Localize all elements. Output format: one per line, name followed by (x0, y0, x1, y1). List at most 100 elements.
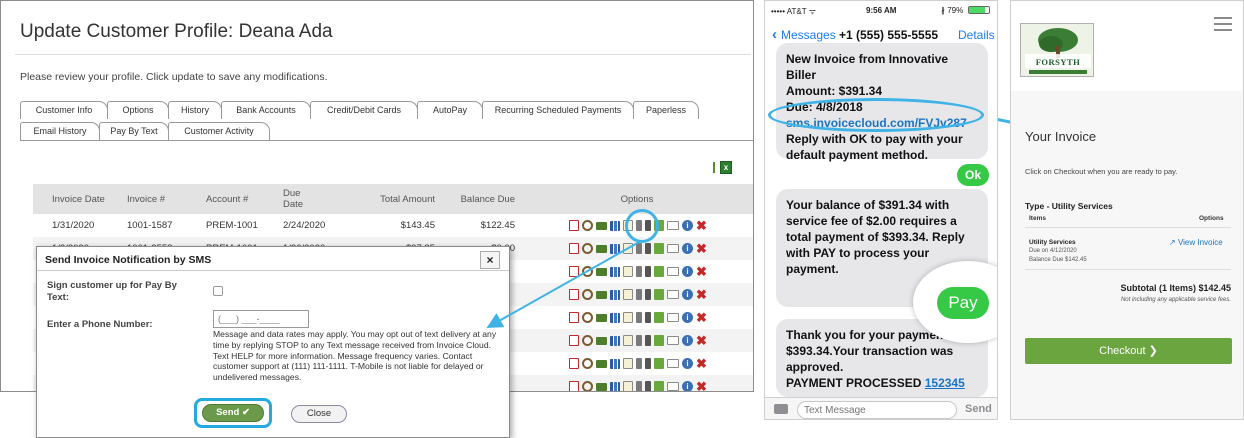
close-button[interactable]: Close (291, 405, 347, 423)
payment-icon[interactable] (596, 267, 607, 276)
search-icon[interactable] (582, 289, 593, 300)
phone-number-input[interactable] (213, 310, 309, 328)
delete-icon[interactable]: ✖ (696, 242, 707, 255)
search-icon[interactable] (582, 358, 593, 369)
autopay-icon[interactable] (654, 243, 664, 254)
payment-icon[interactable] (596, 359, 607, 368)
search-icon[interactable] (582, 335, 593, 346)
confirmation-code-link[interactable]: 152345 (925, 376, 965, 390)
dialog-close-icon[interactable]: × (480, 251, 500, 269)
cell-invoice[interactable]: 1001-1587 (107, 220, 186, 231)
chart-icon[interactable] (610, 266, 620, 277)
chart-icon[interactable] (610, 335, 620, 346)
autopay-icon[interactable] (654, 289, 664, 300)
header-balance-due[interactable]: Balance Due (437, 194, 519, 205)
messages-back-button[interactable]: ‹ Messages (772, 27, 836, 42)
email-icon[interactable] (667, 267, 679, 276)
tab-options[interactable]: Options (107, 101, 169, 119)
search-icon[interactable] (582, 312, 593, 323)
details-button[interactable]: Details (958, 28, 995, 42)
delete-icon[interactable]: ✖ (696, 380, 707, 391)
payment-icon[interactable] (596, 290, 607, 299)
sms-icon[interactable] (636, 358, 642, 369)
tab-customer-info[interactable]: Customer Info (20, 101, 108, 119)
delete-icon[interactable]: ✖ (696, 288, 707, 301)
column-chooser-icon[interactable] (713, 162, 715, 173)
view-invoice-link[interactable]: ↗ View Invoice (1169, 238, 1223, 247)
chart-icon[interactable] (610, 220, 620, 231)
payment-icon[interactable] (596, 382, 607, 391)
email-icon[interactable] (667, 290, 679, 299)
phone-icon[interactable] (645, 243, 651, 254)
camera-icon[interactable] (774, 404, 788, 414)
payment-icon[interactable] (596, 244, 607, 253)
checkout-button[interactable]: Checkout ❯ (1025, 338, 1232, 364)
sms-icon[interactable] (636, 335, 642, 346)
pdf-icon[interactable] (569, 312, 579, 323)
delete-icon[interactable]: ✖ (696, 334, 707, 347)
chart-icon[interactable] (610, 381, 620, 391)
excel-export-icon[interactable]: x (720, 161, 732, 174)
info-icon[interactable]: i (682, 266, 693, 277)
autopay-icon[interactable] (654, 266, 664, 277)
text-message-input[interactable] (797, 401, 957, 419)
delete-icon[interactable]: ✖ (696, 265, 707, 278)
document-icon[interactable] (623, 312, 633, 323)
delete-icon[interactable]: ✖ (696, 357, 707, 370)
document-icon[interactable] (623, 358, 633, 369)
sms-icon[interactable] (636, 266, 642, 277)
pay-by-text-signup-checkbox[interactable] (213, 286, 223, 296)
info-icon[interactable]: i (682, 289, 693, 300)
tab-recurring-scheduled-payments[interactable]: Recurring Scheduled Payments (482, 101, 634, 119)
pdf-icon[interactable] (569, 243, 579, 254)
chart-icon[interactable] (610, 358, 620, 369)
sms-icon[interactable] (636, 243, 642, 254)
send-button[interactable]: Send ✔ (202, 404, 264, 422)
header-invoice-number[interactable]: Invoice # (107, 194, 186, 205)
tab-autopay[interactable]: AutoPay (417, 101, 483, 119)
info-icon[interactable]: i (682, 243, 693, 254)
tab-bank-accounts[interactable]: Bank Accounts (221, 101, 311, 119)
info-icon[interactable]: i (682, 220, 693, 231)
sms-icon[interactable] (636, 289, 642, 300)
tab-paperless[interactable]: Paperless (633, 101, 699, 119)
tab-customer-activity[interactable]: Customer Activity (168, 122, 270, 140)
header-total-amount[interactable]: Total Amount (323, 194, 437, 205)
header-invoice-date[interactable]: Invoice Date (33, 194, 107, 205)
search-icon[interactable] (582, 220, 593, 231)
header-due-date[interactable]: Due Date (263, 188, 323, 210)
pdf-icon[interactable] (569, 289, 579, 300)
chart-icon[interactable] (610, 243, 620, 254)
menu-icon[interactable] (1214, 17, 1232, 31)
autopay-icon[interactable] (654, 358, 664, 369)
chart-icon[interactable] (610, 312, 620, 323)
info-icon[interactable]: i (682, 381, 693, 391)
document-icon[interactable] (623, 335, 633, 346)
email-icon[interactable] (667, 359, 679, 368)
payment-icon[interactable] (596, 221, 607, 230)
tab-pay-by-text[interactable]: Pay By Text (99, 122, 169, 140)
header-account-number[interactable]: Account # (186, 194, 263, 205)
phone-icon[interactable] (645, 335, 651, 346)
tab-history[interactable]: History (168, 101, 222, 119)
autopay-icon[interactable] (654, 312, 664, 323)
email-icon[interactable] (667, 221, 679, 230)
document-icon[interactable] (623, 266, 633, 277)
sms-icon[interactable] (636, 381, 642, 391)
tab-credit-debit-cards[interactable]: Credit/Debit Cards (310, 101, 418, 119)
pdf-icon[interactable] (569, 358, 579, 369)
tab-email-history[interactable]: Email History (20, 122, 100, 140)
search-icon[interactable] (582, 243, 593, 254)
document-icon[interactable] (623, 289, 633, 300)
payment-icon[interactable] (596, 336, 607, 345)
info-icon[interactable]: i (682, 358, 693, 369)
delete-icon[interactable]: ✖ (696, 219, 707, 232)
email-icon[interactable] (667, 313, 679, 322)
email-icon[interactable] (667, 244, 679, 253)
payment-icon[interactable] (596, 313, 607, 322)
document-icon[interactable] (623, 381, 633, 391)
sms-icon[interactable] (636, 312, 642, 323)
pdf-icon[interactable] (569, 266, 579, 277)
phone-icon[interactable] (645, 266, 651, 277)
phone-icon[interactable] (645, 289, 651, 300)
